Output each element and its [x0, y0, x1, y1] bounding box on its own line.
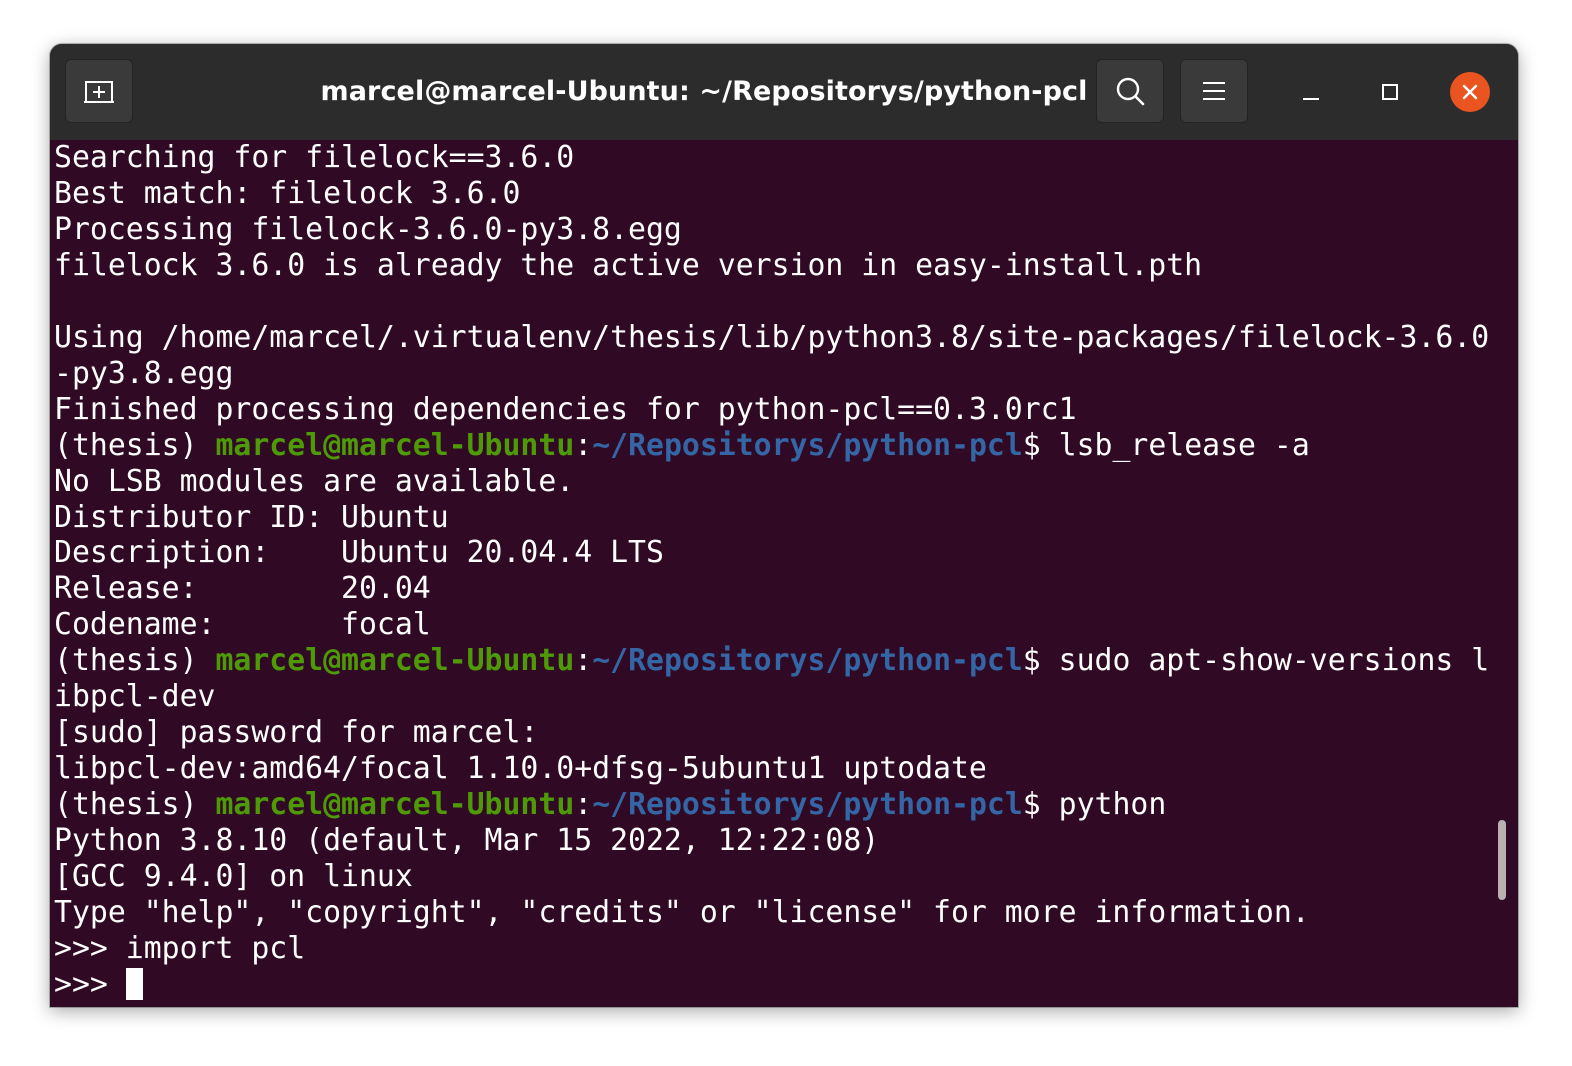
prompt-env: (thesis): [54, 643, 216, 679]
title-bar[interactable]: marcel@marcel-Ubuntu: ~/Repositorys/pyth…: [50, 44, 1518, 140]
close-icon: [1462, 84, 1478, 100]
maximize-button[interactable]: [1370, 72, 1410, 112]
output-text: [sudo] password for marcel:: [54, 715, 539, 751]
output-text: Finished processing dependencies for pyt…: [54, 391, 1077, 427]
output-line: Using /home/marcel/.virtualenv/thesis/li…: [54, 320, 1489, 356]
output-text: Description: Ubuntu 20.04.4 LTS: [54, 535, 664, 571]
maximize-icon: [1382, 84, 1398, 100]
output-text: Release: 20.04: [54, 571, 431, 607]
output-line: Type "help", "copyright", "credits" or "…: [54, 895, 1310, 931]
output-line: Python 3.8.10 (default, Mar 15 2022, 12:…: [54, 823, 879, 859]
output-line: [GCC 9.4.0] on linux: [54, 859, 413, 895]
output-line: Best match: filelock 3.6.0: [54, 176, 520, 212]
output-line: >>>: [54, 967, 143, 1003]
minimize-button[interactable]: [1291, 72, 1331, 112]
search-icon: [1116, 77, 1145, 106]
search-button[interactable]: [1096, 59, 1164, 123]
prompt-path: ~/Repositorys/python-pcl: [592, 787, 1023, 823]
output-text: No LSB modules are available.: [54, 463, 575, 499]
minimize-icon: [1303, 98, 1319, 100]
prompt-line: (thesis) marcel@marcel-Ubuntu:~/Reposito…: [54, 428, 1310, 464]
output-text: >>>: [54, 966, 126, 1002]
output-text: filelock 3.6.0 is already the active ver…: [54, 247, 1203, 283]
output-text: Processing filelock-3.6.0-py3.8.egg: [54, 211, 682, 247]
prompt-env: (thesis): [54, 427, 216, 463]
output-line: filelock 3.6.0 is already the active ver…: [54, 248, 1202, 284]
menu-button[interactable]: [1180, 59, 1248, 123]
output-line: Searching for filelock==3.6.0: [54, 140, 574, 176]
output-line: >>> import pcl: [54, 931, 305, 967]
output-text: Using /home/marcel/.virtualenv/thesis/li…: [54, 319, 1490, 355]
output-text: ibpcl-dev: [54, 679, 216, 715]
output-line: Processing filelock-3.6.0-py3.8.egg: [54, 212, 682, 248]
prompt-user: marcel@marcel-Ubuntu: [215, 427, 575, 463]
output-line: libpcl-dev:amd64/focal 1.10.0+dfsg-5ubun…: [54, 751, 987, 787]
output-text: Type "help", "copyright", "credits" or "…: [54, 894, 1310, 930]
text-cursor: [125, 967, 143, 1000]
prompt-line: (thesis) marcel@marcel-Ubuntu:~/Reposito…: [54, 643, 1489, 679]
terminal-output[interactable]: Searching for filelock==3.6.0 Best match:…: [50, 140, 1518, 1007]
output-text: Codename: focal: [54, 607, 431, 643]
output-text: Distributor ID: Ubuntu: [54, 499, 449, 535]
output-text: >>> import pcl: [54, 930, 306, 966]
prompt-user: marcel@marcel-Ubuntu: [215, 643, 575, 679]
prompt-dollar: $: [1022, 787, 1059, 823]
output-text: [GCC 9.4.0] on linux: [54, 859, 413, 894]
terminal-window: marcel@marcel-Ubuntu: ~/Repositorys/pyth…: [50, 44, 1518, 1007]
prompt-env: (thesis): [54, 787, 216, 823]
prompt-dollar: $: [1022, 427, 1059, 463]
output-line: -py3.8.egg: [54, 356, 233, 392]
prompt-path: ~/Repositorys/python-pcl: [592, 427, 1023, 463]
output-line: [sudo] password for marcel:: [54, 715, 538, 751]
prompt-user: marcel@marcel-Ubuntu: [215, 787, 575, 823]
prompt-dollar: $: [1022, 643, 1059, 679]
output-line: No LSB modules are available.: [54, 464, 574, 500]
prompt-line: (thesis) marcel@marcel-Ubuntu:~/Reposito…: [54, 787, 1166, 823]
output-line: Finished processing dependencies for pyt…: [54, 392, 1077, 428]
scrollbar-thumb[interactable]: [1498, 820, 1506, 900]
prompt-command: lsb_release -a: [1058, 427, 1310, 463]
prompt-separator: :: [574, 643, 593, 679]
output-line: Release: 20.04: [54, 571, 431, 607]
output-text: libpcl-dev:amd64/focal 1.10.0+dfsg-5ubun…: [54, 751, 987, 787]
output-line: Codename: focal: [54, 607, 431, 643]
prompt-separator: :: [574, 787, 593, 823]
output-text: Python 3.8.10 (default, Mar 15 2022, 12:…: [54, 823, 880, 859]
prompt-path: ~/Repositorys/python-pcl: [592, 643, 1023, 679]
output-line: Distributor ID: Ubuntu: [54, 500, 449, 536]
output-line: Description: Ubuntu 20.04.4 LTS: [54, 535, 664, 571]
output-text: Best match: filelock 3.6.0: [54, 175, 521, 211]
output-line: ibpcl-dev: [54, 679, 215, 715]
output-text: Searching for filelock==3.6.0: [54, 140, 575, 175]
prompt-command: sudo apt-show-versions l: [1058, 643, 1490, 679]
prompt-separator: :: [574, 427, 593, 463]
prompt-command: python: [1058, 787, 1167, 823]
hamburger-menu-icon: [1203, 82, 1225, 100]
close-button[interactable]: [1450, 72, 1490, 112]
output-text: -py3.8.egg: [54, 355, 234, 391]
